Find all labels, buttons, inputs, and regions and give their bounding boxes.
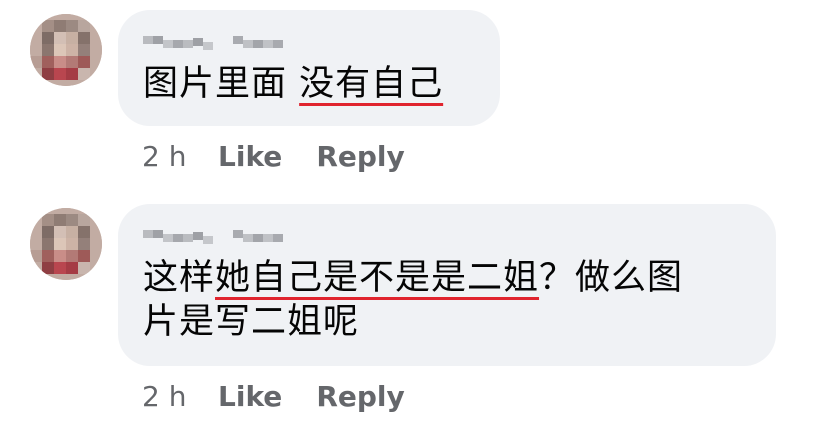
avatar[interactable] [30,208,102,280]
comment-actions: 2 h Like Reply [142,380,405,414]
author-name-blurred[interactable] [143,30,288,56]
comment-bubble: 这样她自己是不是是二姐？做么图片是写二姐呢 [118,204,776,366]
comment-text-part: 图片里面 [143,64,300,104]
comment-text-part: ？做么图 [539,258,684,298]
comment-text-part: 这样 [143,258,216,298]
comment-actions: 2 h Like Reply [142,140,405,174]
comment-text-part: 片是写二姐呢 [143,302,360,342]
like-button[interactable]: Like [218,140,282,174]
avatar[interactable] [30,14,102,86]
timestamp[interactable]: 2 h [142,380,218,414]
comment-text: 图片里面 没有自己 [143,62,474,106]
comment-bubble: 图片里面 没有自己 [118,10,500,126]
underlined-text: 没有自己 [299,64,444,104]
author-name-blurred[interactable] [143,224,288,250]
like-button[interactable]: Like [218,380,282,414]
reply-button[interactable]: Reply [316,380,404,414]
comment-text: 这样她自己是不是是二姐？做么图片是写二姐呢 [143,256,750,344]
underlined-text: 她自己是不是是二姐 [215,258,540,298]
reply-button[interactable]: Reply [316,140,404,174]
timestamp[interactable]: 2 h [142,140,218,174]
